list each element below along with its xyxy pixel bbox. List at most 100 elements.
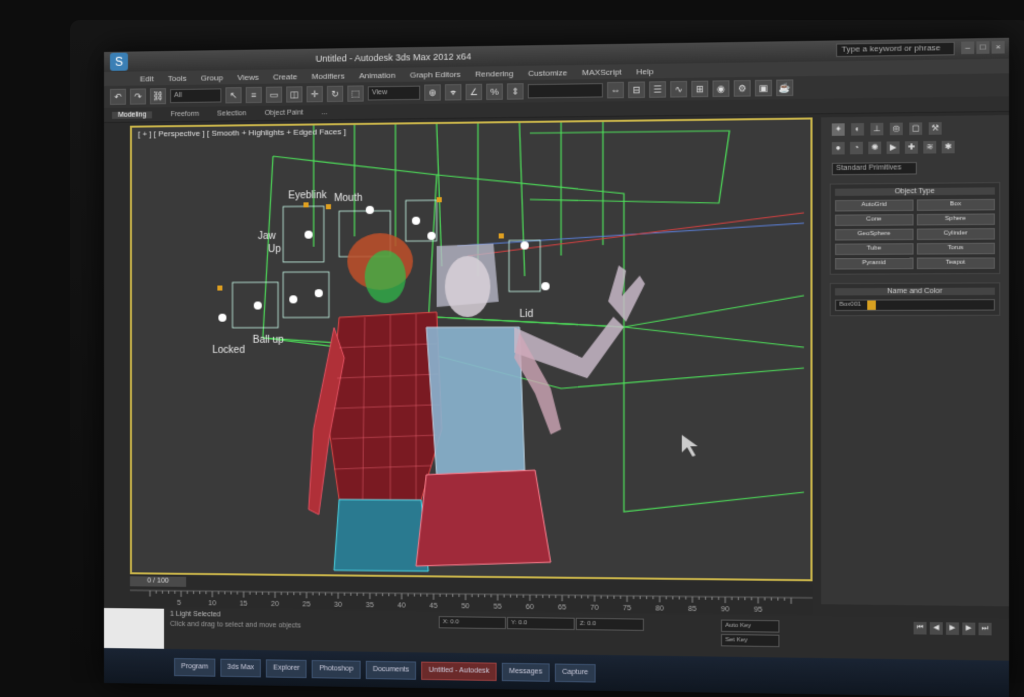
named-selection-field[interactable]	[527, 83, 603, 99]
material-editor-icon[interactable]: ◉	[712, 80, 730, 98]
object-button-cylinder[interactable]: Cylinder	[916, 228, 995, 241]
taskbar-item[interactable]: 3ds Max	[220, 658, 262, 677]
maxscript-listener[interactable]	[104, 608, 165, 649]
snap-icon[interactable]: ⌖	[444, 84, 462, 101]
angle-snap-icon[interactable]: ∠	[465, 83, 483, 101]
align-icon[interactable]: ⊟	[628, 81, 645, 99]
render-icon[interactable]: ☕	[776, 79, 794, 97]
helpers-icon[interactable]: ✚	[904, 141, 918, 154]
rig-marker-1	[303, 202, 309, 208]
time-slider[interactable]: 0 / 100	[129, 576, 187, 587]
auto-key-button[interactable]: Auto Key	[720, 619, 780, 633]
menu-item-help[interactable]: Help	[636, 66, 653, 75]
select-icon[interactable]: ↖	[225, 87, 242, 104]
curve-editor-icon[interactable]: ∿	[670, 80, 688, 98]
menu-item-animation[interactable]: Animation	[359, 70, 395, 80]
z-coord-field[interactable]: Z: 0.0	[575, 617, 644, 631]
rotate-icon[interactable]: ↻	[326, 85, 344, 103]
schematic-icon[interactable]: ⊞	[691, 80, 709, 98]
motion-tab-icon[interactable]: ◎	[889, 122, 903, 136]
display-tab-icon[interactable]: ▢	[909, 122, 923, 136]
object-button-tube[interactable]: Tube	[835, 243, 914, 256]
menu-item-customize[interactable]: Customize	[528, 68, 567, 78]
systems-icon[interactable]: ✱	[941, 140, 955, 154]
cameras-icon[interactable]: ▶	[886, 141, 900, 154]
ribbon-tab--[interactable]: ...	[322, 109, 328, 116]
menu-item-edit[interactable]: Edit	[140, 74, 154, 83]
selection-filter-dropdown[interactable]: All	[170, 88, 222, 104]
maximize-icon[interactable]: □	[976, 41, 990, 54]
ribbon-tab-object-paint[interactable]: Object Paint	[265, 109, 304, 117]
lights-icon[interactable]: ✺	[868, 141, 882, 155]
primitive-type-dropdown[interactable]: Standard Primitives	[831, 161, 917, 176]
next-frame-icon[interactable]: ▶	[962, 622, 976, 636]
minimize-icon[interactable]: –	[961, 41, 975, 55]
create-tab-icon[interactable]: ✦	[831, 123, 845, 136]
rollout-title[interactable]: Object Type	[835, 187, 995, 196]
mirror-icon[interactable]: ⇔	[607, 81, 624, 99]
undo-icon[interactable]: ↶	[109, 88, 126, 105]
menu-item-modifiers[interactable]: Modifiers	[312, 71, 345, 81]
taskbar-item[interactable]: Photoshop	[312, 659, 361, 679]
object-button-sphere[interactable]: Sphere	[916, 213, 995, 226]
object-name-field[interactable]: Box001	[835, 299, 995, 312]
object-button-geosphere[interactable]: GeoSphere	[835, 228, 914, 241]
ribbon-tab-modeling[interactable]: Modeling	[111, 110, 153, 119]
hierarchy-tab-icon[interactable]: ⊥	[870, 122, 884, 136]
close-icon[interactable]: ×	[991, 40, 1005, 54]
perspective-viewport[interactable]: [ + ] [ Perspective ] [ Smooth + Highlig…	[129, 117, 813, 582]
ribbon-tab-selection[interactable]: Selection	[217, 110, 246, 117]
taskbar-item[interactable]: Untitled - Autodesk	[421, 661, 497, 681]
play-icon[interactable]: ▶	[946, 622, 960, 635]
render-frame-icon[interactable]: ▣	[754, 79, 772, 97]
name-color-title[interactable]: Name and Color	[835, 287, 995, 296]
ruler-tick-label: 60	[526, 604, 534, 611]
object-button-box[interactable]: Box	[916, 198, 995, 211]
modify-tab-icon[interactable]: ◐	[851, 123, 865, 136]
set-key-button[interactable]: Set Key	[720, 633, 780, 648]
menu-item-tools[interactable]: Tools	[168, 73, 187, 82]
object-button-torus[interactable]: Torus	[916, 242, 995, 255]
menu-item-views[interactable]: Views	[237, 72, 258, 81]
select-by-name-icon[interactable]: ≡	[245, 86, 262, 104]
y-coord-field[interactable]: Y: 0.0	[506, 616, 575, 631]
taskbar-item[interactable]: Capture	[554, 663, 596, 683]
menu-item-create[interactable]: Create	[273, 72, 297, 81]
link-icon[interactable]: ⛓	[149, 88, 167, 105]
ribbon-tab-freeform[interactable]: Freeform	[170, 110, 199, 117]
spacewarps-icon[interactable]: ≋	[923, 140, 937, 154]
render-setup-icon[interactable]: ⚙	[733, 80, 751, 97]
utilities-tab-icon[interactable]: ⚒	[928, 122, 942, 135]
spinner-snap-icon[interactable]: ⇕	[506, 83, 524, 100]
reference-coord-dropdown[interactable]: View	[367, 85, 421, 101]
object-button-autogrid[interactable]: AutoGrid	[835, 199, 914, 212]
menu-item-rendering[interactable]: Rendering	[475, 69, 513, 79]
rect-select-icon[interactable]: ▭	[265, 86, 283, 103]
taskbar-item[interactable]: Program	[174, 657, 216, 677]
taskbar-item[interactable]: Messages	[501, 662, 550, 682]
taskbar-item[interactable]: Explorer	[266, 658, 307, 678]
prev-frame-icon[interactable]: ◀	[929, 622, 943, 635]
object-button-teapot[interactable]: Teapot	[916, 257, 995, 270]
redo-icon[interactable]: ↷	[129, 88, 146, 105]
x-coord-field[interactable]: X: 0.0	[438, 616, 506, 630]
taskbar-item[interactable]: Documents	[365, 660, 417, 680]
move-icon[interactable]: ✛	[306, 85, 323, 103]
object-button-pyramid[interactable]: Pyramid	[835, 257, 914, 270]
scale-icon[interactable]: ⬚	[347, 85, 364, 102]
object-button-cone[interactable]: Cone	[835, 214, 914, 227]
layers-icon[interactable]: ☰	[649, 81, 667, 98]
app-logo-icon[interactable]: S	[109, 52, 128, 71]
window-crossing-icon[interactable]: ◫	[286, 86, 303, 103]
shapes-icon[interactable]: ◔	[850, 141, 863, 155]
menu-item-group[interactable]: Group	[201, 73, 223, 82]
go-to-start-icon[interactable]: ⏮	[913, 621, 927, 635]
object-color-swatch[interactable]	[867, 300, 876, 310]
search-input[interactable]: Type a keyword or phrase	[836, 41, 955, 58]
percent-snap-icon[interactable]: %	[486, 83, 503, 100]
menu-item-graph-editors[interactable]: Graph Editors	[410, 69, 461, 79]
pivot-icon[interactable]: ⊕	[424, 84, 441, 101]
go-to-end-icon[interactable]: ⏭	[978, 622, 992, 636]
geometry-icon[interactable]: ●	[831, 141, 845, 155]
menu-item-maxscript[interactable]: MAXScript	[582, 67, 622, 77]
